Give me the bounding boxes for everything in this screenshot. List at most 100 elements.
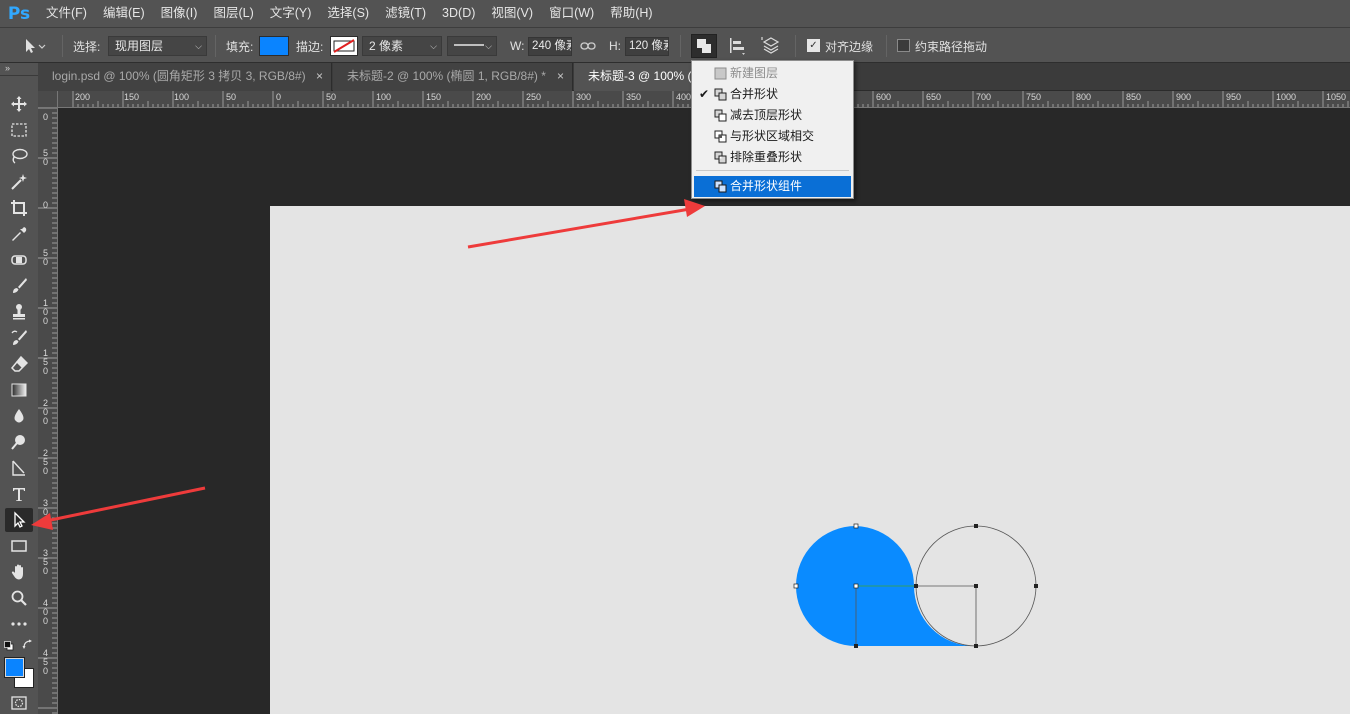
fill-color-swatch[interactable] — [259, 36, 289, 56]
menubar: Ps 文件(F) 编辑(E) 图像(I) 图层(L) 文字(Y) 选择(S) 滤… — [0, 0, 1350, 27]
tab-login-psd[interactable]: login.psd @ 100% (圆角矩形 3 拷贝 3, RGB/8#) × — [38, 63, 332, 91]
stroke-color-swatch[interactable] — [330, 36, 358, 56]
ruler-label: 300 — [576, 92, 591, 102]
quick-mask-button[interactable] — [5, 693, 33, 713]
marquee-tool[interactable] — [5, 118, 33, 142]
tab-label: 未标题-2 @ 100% (椭圆 1, RGB/8#) * — [347, 69, 546, 83]
menu-file[interactable]: 文件(F) — [38, 0, 95, 27]
path-arrangement-button[interactable] — [758, 34, 784, 58]
history-brush-tool[interactable] — [5, 326, 33, 350]
ruler-label: 0 — [43, 316, 48, 326]
menu-help[interactable]: 帮助(H) — [602, 0, 660, 27]
spot-healing-tool[interactable] — [5, 248, 33, 272]
menu-image[interactable]: 图像(I) — [153, 0, 206, 27]
shape-layer[interactable] — [270, 206, 1350, 714]
ruler-label: 350 — [626, 92, 641, 102]
menu-layer[interactable]: 图层(L) — [205, 0, 261, 27]
menu-select[interactable]: 选择(S) — [319, 0, 377, 27]
tab-untitled-2[interactable]: 未标题-2 @ 100% (椭圆 1, RGB/8#) * × — [333, 63, 573, 91]
subtract-front-shape-icon — [714, 109, 727, 122]
ruler-label: 0 — [43, 112, 48, 122]
ruler-label: 0 — [43, 157, 48, 167]
hand-tool[interactable] — [5, 560, 33, 584]
align-left-icon — [730, 38, 745, 55]
tool-preset-picker[interactable] — [20, 34, 46, 58]
solid-line-icon — [454, 44, 484, 46]
clone-stamp-tool[interactable] — [5, 300, 33, 324]
ruler-label: 250 — [526, 92, 541, 102]
select-dropdown[interactable]: 现用图层 ⌵ — [108, 36, 207, 56]
menu-type[interactable]: 文字(Y) — [262, 0, 320, 27]
path-operations-button[interactable] — [691, 34, 717, 58]
arrange-layers-icon — [761, 37, 780, 54]
align-edges-checkbox[interactable]: ✓ — [807, 39, 820, 52]
menu-item-label: 与形状区域相交 — [730, 129, 815, 143]
combine-shapes-icon — [697, 39, 711, 53]
gradient-icon — [11, 383, 27, 397]
close-icon[interactable]: × — [316, 63, 323, 90]
brush-tool[interactable] — [5, 274, 33, 298]
stroke-type-dropdown[interactable]: ⌵ — [447, 36, 497, 56]
gradient-tool[interactable] — [5, 378, 33, 402]
magnifier-icon — [11, 590, 27, 606]
width-input[interactable]: 240 像素 — [528, 37, 572, 56]
eraser-tool[interactable] — [5, 352, 33, 376]
rectangle-tool[interactable] — [5, 534, 33, 558]
menu-item-combine-shapes[interactable]: ✔ 合并形状 — [694, 84, 851, 105]
menu-item-exclude-overlapping-shapes[interactable]: 排除重叠形状 — [694, 147, 851, 168]
width-label: W: — [510, 39, 525, 53]
menu-divider — [696, 170, 849, 171]
merge-shape-components-icon — [714, 180, 727, 193]
close-icon[interactable]: × — [557, 63, 564, 90]
menu-item-intersect-shape-areas[interactable]: 与形状区域相交 — [694, 126, 851, 147]
ruler-label: 650 — [926, 92, 941, 102]
photoshop-logo: Ps — [7, 3, 31, 24]
quick-selection-tool[interactable] — [5, 170, 33, 194]
menu-item-subtract-front-shape[interactable]: 减去顶层形状 — [694, 105, 851, 126]
lasso-icon — [12, 148, 28, 164]
type-tool[interactable] — [5, 482, 33, 506]
menu-item-new-layer[interactable]: 新建图层 — [694, 63, 851, 84]
brush-icon — [13, 278, 27, 293]
stroke-width-dropdown[interactable]: 2 像素 ⌵ — [362, 36, 442, 56]
ruler-label: 850 — [1126, 92, 1141, 102]
pen-tool[interactable] — [5, 456, 33, 480]
dodge-tool[interactable] — [5, 430, 33, 454]
menu-edit[interactable]: 编辑(E) — [95, 0, 153, 27]
height-input[interactable]: 120 像素 — [625, 37, 669, 56]
link-icon[interactable] — [580, 28, 596, 64]
menu-item-label: 排除重叠形状 — [730, 150, 803, 164]
direct-selection-tool[interactable] — [5, 508, 33, 532]
fill-label: 填充: — [226, 39, 254, 54]
tab-untitled-3[interactable]: 未标题-3 @ 100% ( — [574, 63, 692, 91]
menu-3d[interactable]: 3D(D) — [434, 0, 483, 27]
checkmark-icon: ✔ — [699, 87, 710, 101]
constrain-path-checkbox[interactable] — [897, 39, 910, 52]
ruler-label: 1050 — [1326, 92, 1346, 102]
zoom-tool[interactable] — [5, 586, 33, 610]
move-tool[interactable] — [5, 92, 33, 116]
ruler-label: 0 — [43, 616, 48, 626]
no-stroke-icon — [333, 39, 355, 53]
menu-item-merge-shape-components[interactable]: 合并形状组件 — [694, 176, 851, 197]
document-canvas[interactable] — [270, 206, 1350, 714]
path-selection-icon — [26, 39, 46, 53]
menu-view[interactable]: 视图(V) — [483, 0, 541, 27]
chevron-down-icon: ⌵ — [195, 41, 202, 51]
menu-filter[interactable]: 滤镜(T) — [377, 0, 434, 27]
crop-tool[interactable] — [5, 196, 33, 220]
ruler-label: 100 — [376, 92, 391, 102]
foreground-color-swatch[interactable] — [4, 657, 25, 678]
ruler-label: 400 — [676, 92, 691, 102]
swap-colors-icon[interactable] — [22, 639, 34, 651]
edit-toolbar-button[interactable] — [5, 612, 33, 636]
lasso-tool[interactable] — [5, 144, 33, 168]
toolbar-grip[interactable]: » — [0, 63, 38, 76]
ruler-label: 50 — [326, 92, 336, 102]
eyedropper-tool[interactable] — [5, 222, 33, 246]
default-colors-icon[interactable] — [4, 640, 14, 651]
blur-tool[interactable] — [5, 404, 33, 428]
menu-window[interactable]: 窗口(W) — [541, 0, 602, 27]
ruler-corner — [38, 91, 58, 108]
path-alignment-button[interactable] — [724, 34, 750, 58]
